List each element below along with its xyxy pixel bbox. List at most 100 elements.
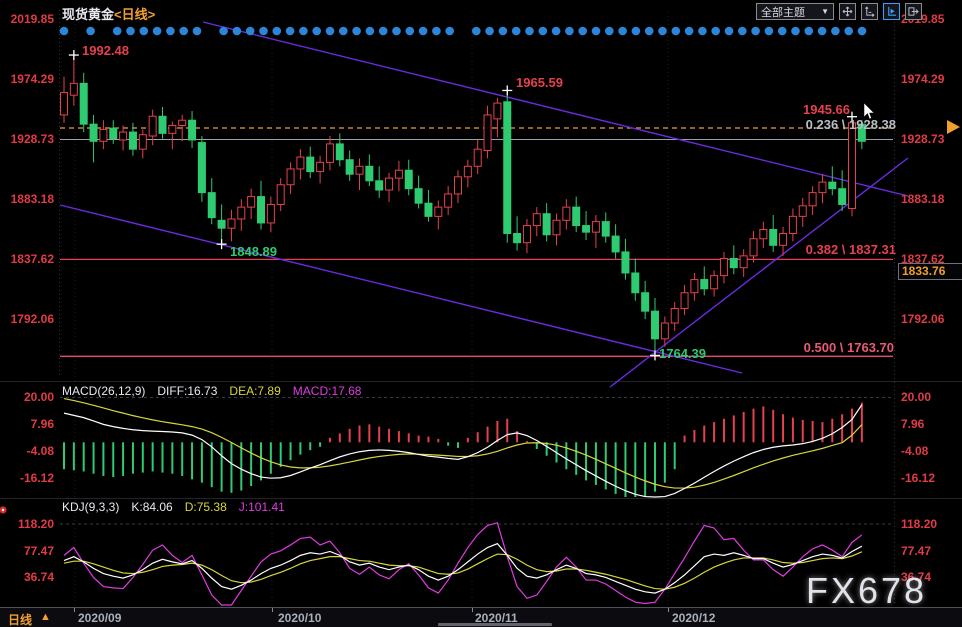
candle-body <box>690 279 699 294</box>
candle-body <box>651 310 659 340</box>
signal-dot <box>285 26 295 36</box>
macd-readout: MACD(26,12,9) DIFF:16.73 DEA:7.89 MACD:17.6… <box>62 384 373 398</box>
signal-dot <box>392 26 401 36</box>
candle-body <box>128 131 137 150</box>
candle-body <box>729 257 738 269</box>
signal-dot <box>511 26 521 36</box>
signal-dot <box>671 26 681 36</box>
signal-dot <box>525 26 534 36</box>
chart-canvas[interactable] <box>0 0 962 627</box>
candle-body <box>276 184 285 205</box>
candle-body <box>286 168 295 186</box>
candle-body <box>109 127 118 140</box>
candle-body <box>207 192 216 219</box>
candle-body <box>178 119 187 126</box>
chart-title: 现货黄金<日线> <box>62 4 155 23</box>
month-tick <box>668 608 669 612</box>
candle-body <box>227 218 236 229</box>
candle-body <box>217 219 226 229</box>
candle-body <box>513 232 522 244</box>
kdj-readout: KDJ(9,3,3) K:84.06 D:75.38 J:101.41 <box>62 500 297 514</box>
candle-body <box>660 322 669 340</box>
candle-body <box>463 165 472 178</box>
candle-body <box>808 192 817 207</box>
kdj-params-label: KDJ(9,3,3) <box>62 500 120 514</box>
signal-dot <box>418 26 428 36</box>
time-axis-bar: 日线 ▲ 2020/09 2020/10 2020/11 2020/12 <box>0 607 962 627</box>
candle-body <box>257 196 265 224</box>
candle-body <box>69 82 78 96</box>
candle-body <box>89 123 98 142</box>
candle-body <box>483 114 492 152</box>
candle-body <box>532 213 541 227</box>
candle-body <box>454 176 462 195</box>
signal-dot <box>751 26 760 36</box>
signal-dot <box>591 26 601 36</box>
candle-body <box>621 251 630 274</box>
horizontal-scrollbar-thumb[interactable] <box>438 623 552 626</box>
signal-dot <box>777 26 787 36</box>
date-tick-sep: 2020/09 <box>78 611 122 625</box>
candle-body <box>60 92 68 116</box>
candle-body <box>591 221 600 233</box>
signal-dot <box>339 26 348 36</box>
candle-body <box>798 205 807 217</box>
candle-body <box>818 181 827 194</box>
candle-body <box>769 229 778 246</box>
month-tick <box>74 608 75 612</box>
candle-body <box>197 142 206 194</box>
candle-body <box>414 188 423 204</box>
candle-body <box>739 255 748 269</box>
signal-dot <box>658 26 667 36</box>
signal-dot <box>166 26 175 36</box>
move-crosshair-icon[interactable] <box>839 3 856 20</box>
candle-body <box>148 115 157 137</box>
candle-body <box>493 102 502 120</box>
signal-dot <box>684 26 694 36</box>
macd-params-label: MACD(26,12,9) <box>62 384 146 398</box>
signal-dot <box>245 26 255 36</box>
signal-dot <box>219 26 228 36</box>
instrument-name: 现货黄金 <box>62 7 115 22</box>
signal-dot <box>831 26 840 36</box>
macd-macd-value: MACD:17.68 <box>292 384 362 398</box>
candle-body <box>444 193 453 208</box>
signal-dot <box>378 26 388 36</box>
themes-dropdown[interactable]: 全部主题 ▼ <box>756 3 834 20</box>
candle-body <box>601 221 610 237</box>
signal-dot <box>259 26 268 36</box>
axis-scale-icon[interactable] <box>861 3 878 20</box>
macd-histogram <box>63 402 863 497</box>
signal-dot <box>605 26 614 36</box>
detach-window-icon[interactable] <box>905 3 922 20</box>
candle-body <box>394 169 403 179</box>
candle-body <box>542 213 551 236</box>
candle-body <box>306 156 315 173</box>
date-tick-oct: 2020/10 <box>278 611 322 625</box>
candle-body <box>158 115 167 134</box>
signal-dot <box>179 26 188 36</box>
signal-dot <box>711 26 720 36</box>
candle-body <box>848 122 856 209</box>
candle-body <box>316 161 325 173</box>
period-selector[interactable]: 日线 <box>8 611 32 627</box>
signal-dot <box>59 26 69 36</box>
signal-dot <box>764 26 774 36</box>
signal-dot <box>538 26 548 36</box>
candle-body <box>473 148 482 167</box>
chart-toolbar: 全部主题 ▼ <box>756 3 922 20</box>
kdj-j-value: J:101.41 <box>238 500 285 514</box>
candle-body <box>838 188 847 205</box>
axis-play-icon[interactable] <box>883 3 900 20</box>
candle-body <box>503 101 512 234</box>
signal-dot <box>405 26 415 36</box>
fib-382-label: 0.382 \ 1837.31 <box>805 242 896 257</box>
fib-236-label: 0.236 \ 1928.38 <box>805 117 896 132</box>
trendline <box>59 204 743 374</box>
signal-dot <box>618 26 627 36</box>
candlestick-series <box>60 55 866 356</box>
signal-dot <box>325 26 335 36</box>
signal-dot <box>698 26 707 36</box>
candle-body <box>385 177 394 191</box>
signal-dot <box>112 26 122 36</box>
